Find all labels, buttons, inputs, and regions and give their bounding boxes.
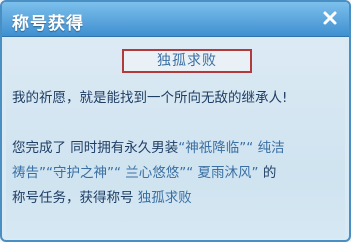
dialog-body: 独孤求败 我的祈愿，就是能找到一个所向无敌的继承人! 您完成了 同时拥有永久男装… (6, 38, 345, 238)
completion-line-1-titles: “神祇降临”“ 纯洁 (178, 140, 285, 156)
awarded-title-name: 独孤求败 (137, 190, 192, 206)
close-icon (323, 11, 337, 25)
wish-text: 我的祈愿，就是能找到一个所向无敌的继承人! (12, 90, 288, 106)
dialog-title: 称号获得 (12, 14, 84, 34)
dialog-titlebar: 称号获得 (2, 2, 349, 37)
earned-title-badge: 独孤求败 (122, 49, 252, 73)
completion-line-3: 称号任务，获得称号 独孤求败 (12, 189, 192, 207)
completion-line-3-text: 称号任务，获得称号 (12, 190, 138, 206)
title-award-dialog: 称号获得 独孤求败 我的祈愿，就是能找到一个所向无敌的继承人! 您完成了 同时拥… (0, 0, 351, 242)
completion-line-1-text: 您完成了 同时拥有永久男装 (12, 140, 179, 156)
completion-line-2: 祷告”“守护之神”“ 兰心悠悠”“ 夏雨沐风” 的 (12, 164, 276, 182)
close-button[interactable] (319, 7, 341, 29)
completion-line-2-titles: 祷告”“守护之神”“ 兰心悠悠”“ 夏雨沐风” (12, 165, 259, 181)
completion-line-1: 您完成了 同时拥有永久男装“神祇降临”“ 纯洁 (12, 139, 285, 157)
completion-line-2-suffix: 的 (258, 165, 277, 181)
